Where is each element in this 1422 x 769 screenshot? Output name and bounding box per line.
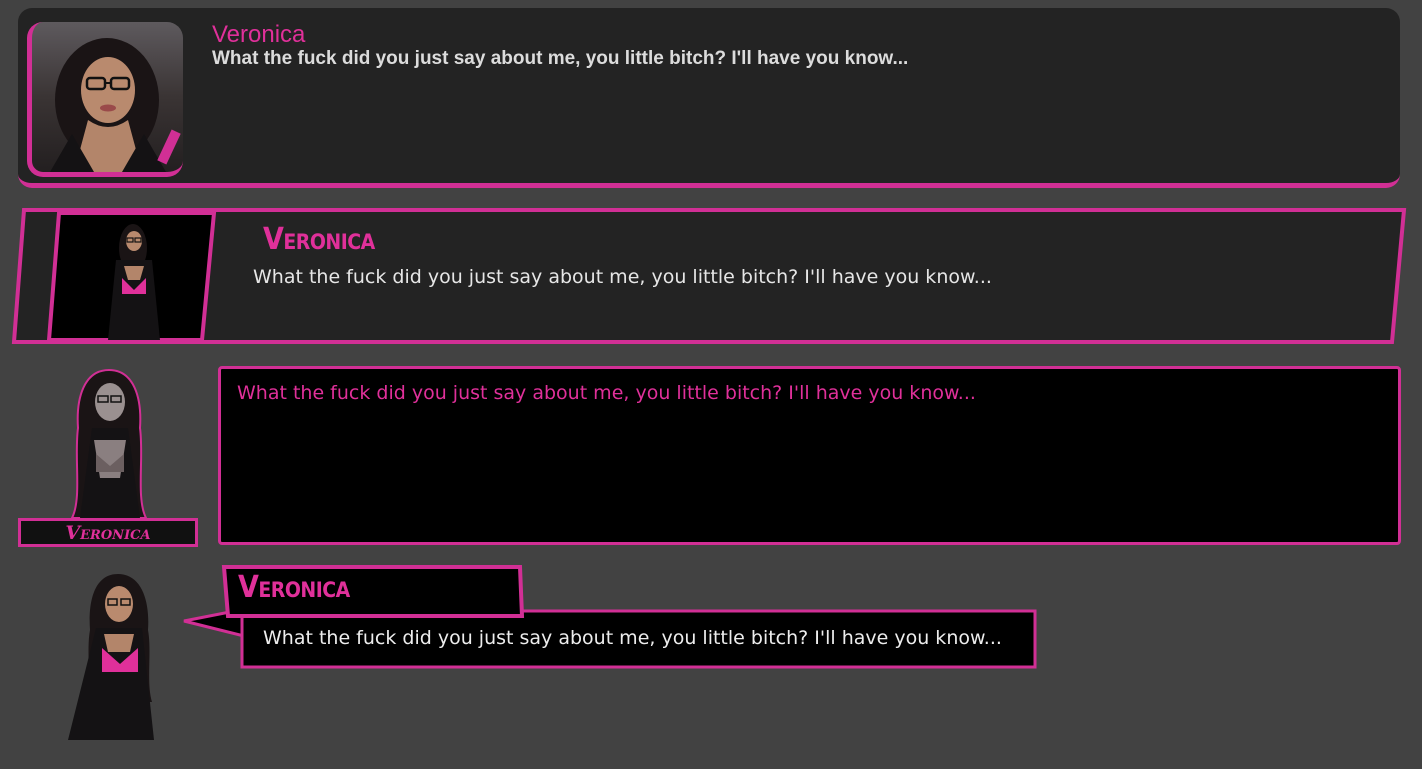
speaker-name: Veronica <box>65 521 151 544</box>
woman-figure-icon <box>68 574 154 740</box>
speaker-name: Veronica <box>238 570 350 605</box>
dialogue-text: What the fuck did you just say about me,… <box>237 382 976 404</box>
speaker-name: Veronica <box>263 222 375 257</box>
dialogue-text: What the fuck did you just say about me,… <box>263 627 1002 649</box>
name-plate: Veronica <box>18 518 198 547</box>
woman-figure-icon <box>70 368 148 519</box>
woman-portrait-icon <box>27 22 183 177</box>
dialogue-text: What the fuck did you just say about me,… <box>212 48 909 69</box>
dialogue-text: What the fuck did you just say about me,… <box>253 266 992 288</box>
speaker-name: Veronica <box>212 21 306 48</box>
